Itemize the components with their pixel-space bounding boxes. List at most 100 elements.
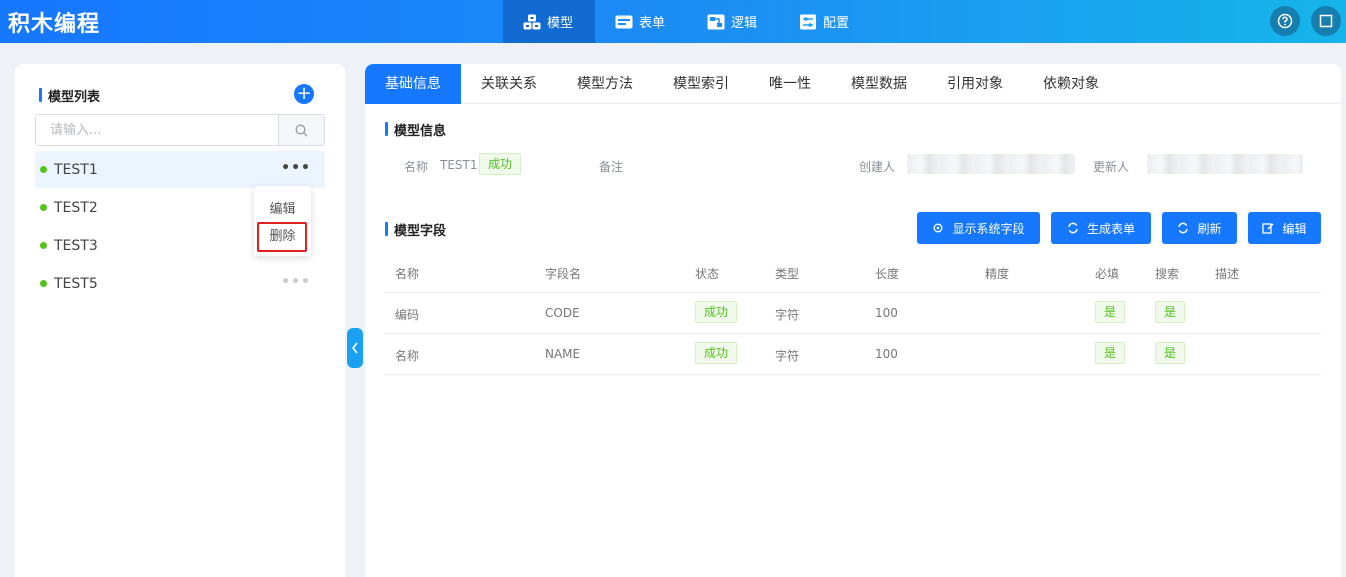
nav-tab-logic[interactable]: 逻辑	[687, 0, 779, 43]
divider	[384, 292, 1321, 293]
settings-icon	[800, 14, 816, 29]
divider	[384, 374, 1321, 375]
highlight-box	[257, 222, 307, 252]
help-icon	[1277, 13, 1293, 29]
model-search	[35, 114, 325, 146]
model-list-item[interactable]: TEST5 •••	[35, 265, 325, 302]
nav-tab-form[interactable]: 表单	[595, 0, 687, 43]
status-dot	[40, 242, 47, 249]
generate-form-label: 生成表单	[1086, 221, 1135, 236]
status-badge: 成功	[695, 301, 738, 323]
fullscreen-icon	[1319, 14, 1333, 28]
add-model-button[interactable]: +	[294, 84, 314, 104]
tab-uniqueness[interactable]: 唯一性	[749, 64, 831, 104]
tab-methods[interactable]: 模型方法	[557, 64, 653, 104]
col-header: 状态	[695, 267, 720, 281]
status-dot	[40, 280, 47, 287]
form-icon	[615, 15, 633, 28]
tab-basic-info[interactable]: 基础信息	[365, 64, 461, 104]
plus-icon: +	[296, 83, 312, 104]
nav-tab-config-label: 配置	[823, 16, 850, 31]
search-badge: 是	[1155, 301, 1186, 323]
cell-type: 字符	[775, 349, 800, 363]
tab-dependencies[interactable]: 依赖对象	[1023, 64, 1119, 104]
search-input[interactable]	[36, 115, 278, 145]
show-system-fields-label: 显示系统字段	[952, 221, 1025, 236]
nav-tab-config[interactable]: 配置	[779, 0, 871, 43]
sync-icon	[1068, 222, 1078, 234]
search-icon	[295, 124, 308, 136]
collapse-sidebar-button[interactable]	[347, 328, 363, 368]
app-logo: 积木编程	[8, 12, 101, 37]
model-item-label: TEST2	[54, 199, 98, 216]
col-header: 字段名	[545, 267, 582, 281]
refresh-label: 刷新	[1197, 221, 1222, 236]
refresh-icon	[1178, 222, 1189, 234]
fullscreen-button[interactable]	[1311, 6, 1341, 36]
nav-tab-form-label: 表单	[639, 16, 666, 31]
model-info-title: 模型信息	[385, 120, 446, 139]
status-dot	[40, 166, 47, 173]
edit-label: 编辑	[1282, 221, 1307, 236]
redacted-creator	[907, 154, 1075, 174]
model-list-item[interactable]: TEST1 •••	[35, 151, 325, 188]
more-icon[interactable]: •••	[281, 160, 311, 176]
cubes-icon	[523, 14, 541, 29]
chevron-left-icon	[351, 342, 358, 354]
divider	[384, 333, 1321, 334]
detail-tabs: 基础信息 关联关系 模型方法 模型索引 唯一性 模型数据 引用对象 依赖对象	[365, 64, 1341, 104]
refresh-button[interactable]: 刷新	[1162, 212, 1237, 244]
redacted-updater	[1147, 154, 1303, 174]
status-badge: 成功	[479, 153, 522, 175]
model-fields-title: 模型字段	[385, 220, 446, 239]
nav-tab-model[interactable]: 模型	[503, 0, 595, 43]
name-value: TEST1	[440, 158, 478, 172]
nav-tab-model-label: 模型	[547, 16, 574, 31]
creator-label: 创建人	[859, 160, 896, 174]
more-icon[interactable]: •••	[281, 274, 311, 290]
col-header: 搜索	[1155, 267, 1180, 281]
col-header: 名称	[395, 267, 420, 281]
model-list-title: 模型列表	[39, 86, 100, 105]
search-badge: 是	[1155, 342, 1186, 364]
cell-name: 编码	[395, 308, 420, 322]
model-item-label: TEST3	[54, 237, 98, 254]
cell-length: 100	[875, 306, 898, 320]
cell-field: CODE	[545, 306, 580, 320]
edit-icon	[1262, 223, 1274, 234]
model-item-label: TEST1	[54, 161, 98, 178]
show-system-fields-button[interactable]: 显示系统字段	[917, 212, 1040, 244]
nav-tab-logic-label: 逻辑	[731, 16, 758, 31]
updater-label: 更新人	[1093, 160, 1130, 174]
model-list-panel: 模型列表 + TEST1 ••• TEST2 TEST3 TEST5 ••• 编…	[15, 64, 345, 577]
col-header: 长度	[875, 267, 900, 281]
generate-form-button[interactable]: 生成表单	[1051, 212, 1151, 244]
model-item-label: TEST5	[54, 275, 98, 292]
col-header: 必填	[1095, 267, 1120, 281]
col-header: 精度	[985, 267, 1010, 281]
cell-name: 名称	[395, 349, 420, 363]
cell-field: NAME	[545, 347, 581, 361]
gear-icon	[933, 223, 943, 233]
cell-type: 字符	[775, 308, 800, 322]
remark-label: 备注	[599, 160, 624, 174]
cell-length: 100	[875, 347, 898, 361]
search-button[interactable]	[278, 115, 324, 145]
top-header: 积木编程 模型 表单 逻辑 配置	[0, 0, 1346, 43]
name-label: 名称	[404, 160, 429, 174]
model-detail-panel: 基础信息 关联关系 模型方法 模型索引 唯一性 模型数据 引用对象 依赖对象 模…	[365, 64, 1341, 577]
status-badge: 成功	[695, 342, 738, 364]
col-header: 类型	[775, 267, 800, 281]
tab-relations[interactable]: 关联关系	[461, 64, 557, 104]
logic-icon	[707, 14, 725, 29]
edit-button[interactable]: 编辑	[1248, 212, 1321, 244]
item-context-menu: 编辑 删除	[254, 186, 311, 256]
tab-references[interactable]: 引用对象	[927, 64, 1023, 104]
status-dot	[40, 204, 47, 211]
help-button[interactable]	[1270, 6, 1300, 36]
tab-model-data[interactable]: 模型数据	[831, 64, 927, 104]
menu-item-edit[interactable]: 编辑	[254, 198, 311, 217]
tab-indexes[interactable]: 模型索引	[653, 64, 749, 104]
required-badge: 是	[1095, 301, 1126, 323]
required-badge: 是	[1095, 342, 1126, 364]
